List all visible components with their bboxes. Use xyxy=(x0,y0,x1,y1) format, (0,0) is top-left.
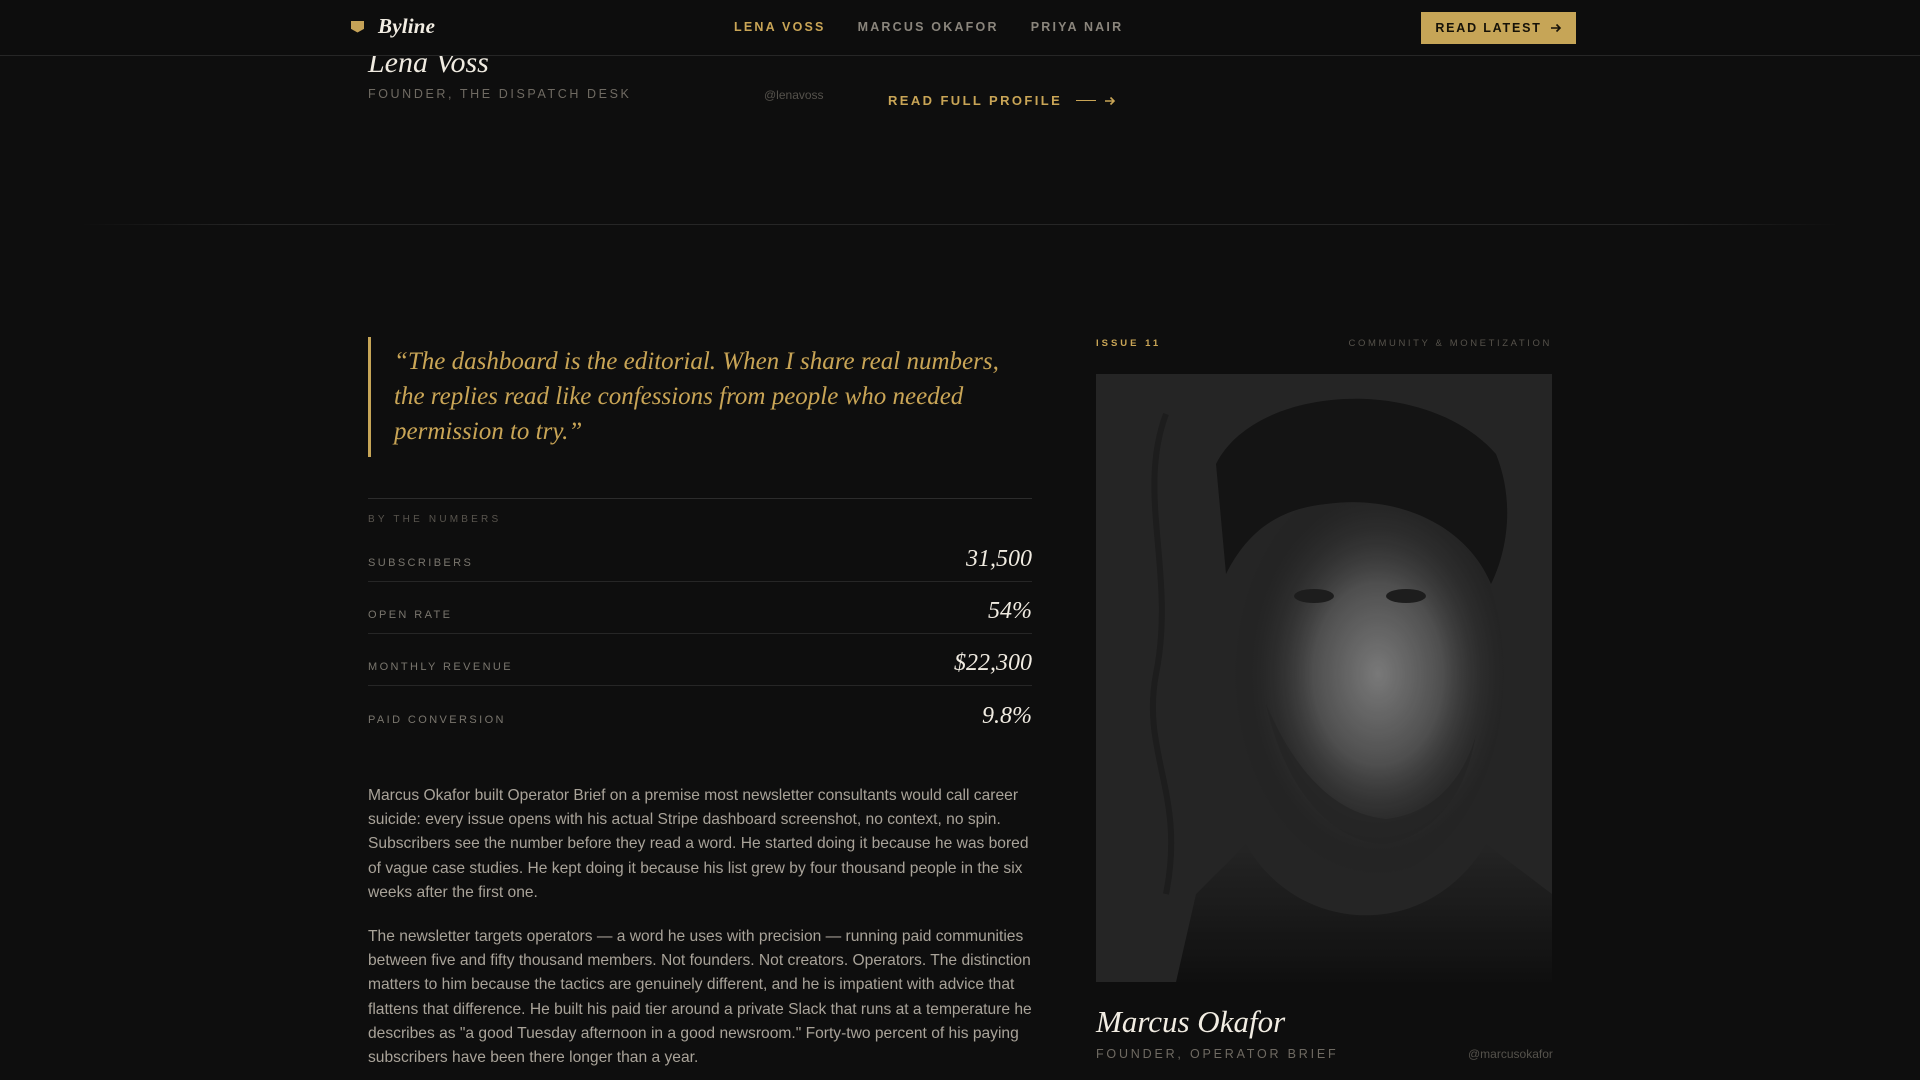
top-navigation: Byline LENA VOSS MARCUS OKAFOR PRIYA NAI… xyxy=(0,0,1920,56)
stat-value: 31,500 xyxy=(966,546,1032,572)
profile-portrait xyxy=(1096,374,1552,982)
body-paragraph: Marcus Okafor built Operator Brief on a … xyxy=(368,787,1029,901)
stat-row: OPEN RATE 54% xyxy=(368,582,1032,634)
pull-quote-text: “The dashboard is the editorial. When I … xyxy=(394,348,999,445)
profile-nav: LENA VOSS MARCUS OKAFOR PRIYA NAIR xyxy=(734,20,1155,34)
nav-link-priya-nair[interactable]: PRIYA NAIR xyxy=(1031,20,1124,34)
previous-profile-role: FOUNDER, THE DISPATCH DESK xyxy=(368,87,632,101)
read-full-profile-label: READ FULL PROFILE xyxy=(888,93,1063,108)
nav-link-lena-voss[interactable]: LENA VOSS xyxy=(734,20,826,34)
shield-logo-icon xyxy=(351,20,364,33)
feature-handle[interactable]: @marcusokafor xyxy=(1468,1047,1553,1061)
article-body: Marcus Okafor built Operator Brief on a … xyxy=(368,784,1032,1080)
issue-topic: COMMUNITY & MONETIZATION xyxy=(1348,338,1552,349)
previous-profile-handle[interactable]: @lenavoss xyxy=(764,88,824,102)
read-latest-button[interactable]: READ LATEST xyxy=(1421,12,1576,44)
brand[interactable]: Byline xyxy=(351,14,435,39)
stat-label: OPEN RATE xyxy=(368,609,453,621)
stat-value: 54% xyxy=(988,598,1032,624)
stat-label: MONTHLY REVENUE xyxy=(368,661,514,673)
feature-name: Marcus Okafor xyxy=(1096,1004,1286,1039)
stat-row: SUBSCRIBERS 31,500 xyxy=(368,530,1032,582)
link-rule xyxy=(1076,100,1097,101)
section-divider xyxy=(80,224,1840,225)
numbers-heading: BY THE NUMBERS xyxy=(368,514,502,525)
stat-label: PAID CONVERSION xyxy=(368,714,506,726)
read-full-profile-link[interactable]: READ FULL PROFILE xyxy=(888,93,1116,108)
stat-row: PAID CONVERSION 9.8% xyxy=(368,686,1032,738)
nav-link-marcus-okafor[interactable]: MARCUS OKAFOR xyxy=(858,20,999,34)
issue-label: ISSUE 11 xyxy=(1096,338,1162,349)
issue-meta: ISSUE 11 COMMUNITY & MONETIZATION xyxy=(1096,338,1552,349)
brand-name: Byline xyxy=(378,14,436,38)
read-latest-label: READ LATEST xyxy=(1435,21,1542,35)
arrow-right-icon xyxy=(1105,96,1116,105)
by-the-numbers: BY THE NUMBERS SUBSCRIBERS 31,500 OPEN R… xyxy=(368,498,1032,738)
stat-row: MONTHLY REVENUE $22,300 xyxy=(368,634,1032,686)
page: Byline LENA VOSS MARCUS OKAFOR PRIYA NAI… xyxy=(0,0,1920,1080)
body-paragraph: The newsletter targets operators — a wor… xyxy=(368,928,1032,1067)
arrow-right-icon xyxy=(1550,23,1561,33)
stat-label: SUBSCRIBERS xyxy=(368,557,474,569)
stat-value: $22,300 xyxy=(954,650,1032,676)
pull-quote: “The dashboard is the editorial. When I … xyxy=(368,337,1028,457)
portrait-image xyxy=(1096,374,1552,982)
feature-role: FOUNDER, OPERATOR BRIEF xyxy=(1096,1047,1339,1061)
stat-value: 9.8% xyxy=(982,703,1032,729)
